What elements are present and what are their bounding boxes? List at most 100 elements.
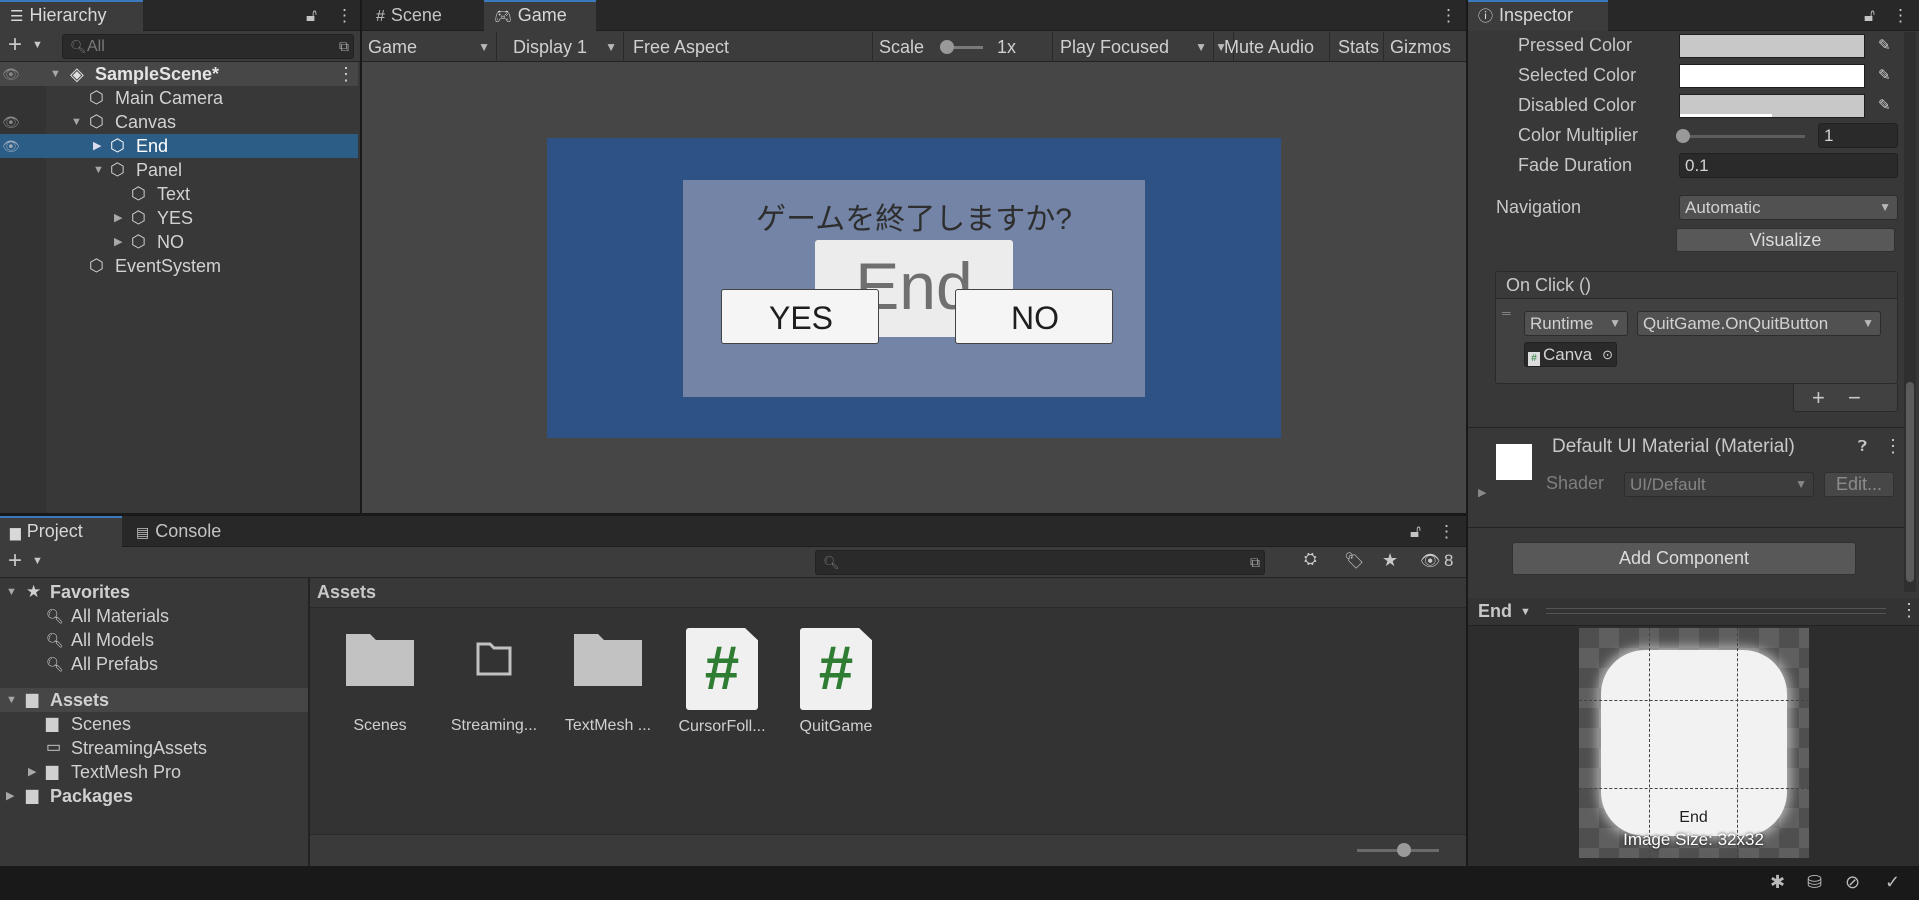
hidden-icon[interactable]: 👁︎ <box>2 134 20 158</box>
status-check-icon[interactable]: ✓ <box>1885 872 1900 893</box>
color-multiplier-input[interactable]: 1 <box>1818 123 1898 148</box>
hierarchy-item-canvas[interactable]: 👁︎ ▼ ⬡ Canvas <box>0 110 358 134</box>
label-icon[interactable]: 🏷︎ <box>1344 551 1364 571</box>
navigation-dropdown[interactable]: Automatic ▼ <box>1679 195 1898 220</box>
slider-thumb[interactable] <box>1676 129 1690 143</box>
tree-item-all-models[interactable]: 🔍︎ All Models <box>0 628 308 652</box>
selected-color-field[interactable] <box>1679 64 1865 88</box>
fade-duration-input[interactable]: 0.1 <box>1679 153 1898 178</box>
eyedropper-icon[interactable]: ✎ <box>1878 36 1891 54</box>
search-options-icon[interactable]: ⧉ <box>339 35 349 58</box>
color-multiplier-slider[interactable] <box>1676 129 1805 143</box>
search-options-icon[interactable]: ⧉ <box>1250 551 1260 574</box>
display-dropdown[interactable]: Display 1 ▼ <box>507 32 624 62</box>
more-menu-icon[interactable]: ⋮ <box>1438 522 1455 542</box>
no-button[interactable]: NO <box>955 289 1113 344</box>
yes-button[interactable]: YES <box>721 289 879 344</box>
disabled-color-field[interactable] <box>1679 94 1865 118</box>
visibility-icon[interactable]: 👁︎ <box>2 110 20 134</box>
eyedropper-icon[interactable]: ✎ <box>1878 66 1891 84</box>
hierarchy-item-main-camera[interactable]: ⬡ Main Camera <box>0 86 358 110</box>
more-menu-icon[interactable]: ⋮ <box>1440 6 1457 26</box>
tree-item-all-prefabs[interactable]: 🔍︎ All Prefabs <box>0 652 308 676</box>
edit-shader-button[interactable]: Edit... <box>1824 472 1894 497</box>
slider-thumb[interactable] <box>1397 843 1411 857</box>
tree-item-all-materials[interactable]: 🔍︎ All Materials <box>0 604 308 628</box>
lock-icon[interactable]: 🔓︎ <box>1410 522 1421 542</box>
drag-handle-icon[interactable]: ═ <box>1502 306 1511 320</box>
visibility-icon[interactable]: 👁︎ <box>2 62 20 86</box>
hierarchy-item-text[interactable]: ⬡ Text <box>0 182 358 206</box>
chevron-down-icon[interactable]: ▼ <box>32 555 43 567</box>
target-object-field[interactable]: # Canva ⊙ <box>1524 342 1617 367</box>
tab-scene[interactable]: # Scene <box>366 0 482 31</box>
hierarchy-item-no[interactable]: ▶ ⬡ NO <box>0 230 358 254</box>
project-search-input[interactable]: 🔍︎ ⧉ <box>815 550 1265 575</box>
tab-project[interactable]: ▆ Project <box>0 516 122 547</box>
hidden-packages-icon[interactable]: 👁︎ <box>1420 551 1440 571</box>
hierarchy-item-yes[interactable]: ▶ ⬡ YES <box>0 206 358 230</box>
remove-event-icon[interactable]: − <box>1848 385 1861 411</box>
pressed-color-field[interactable] <box>1679 34 1865 58</box>
more-menu-icon[interactable]: ⋮ <box>1884 436 1902 457</box>
tab-inspector[interactable]: ⓘ Inspector <box>1468 0 1608 31</box>
foldout-icon[interactable]: ▼ <box>6 688 17 712</box>
tree-item-textmesh-pro[interactable]: ▶ ▆ TextMesh Pro <box>0 760 308 784</box>
add-icon[interactable]: + <box>8 31 22 59</box>
tree-item-scenes[interactable]: ▆ Scenes <box>0 712 308 736</box>
foldout-icon[interactable]: ▶ <box>6 784 14 808</box>
tree-item-packages[interactable]: ▶ ▆ Packages <box>0 784 308 808</box>
gizmos-toggle[interactable]: Gizmos <box>1384 32 1466 62</box>
foldout-icon[interactable]: ▶ <box>28 760 36 784</box>
add-icon[interactable]: + <box>8 547 22 575</box>
asset-scenes[interactable]: Scenes <box>326 628 434 735</box>
favorite-star-icon[interactable]: ★ <box>1382 550 1398 571</box>
tab-hierarchy[interactable]: ☰ Hierarchy <box>0 0 143 31</box>
foldout-icon[interactable]: ▼ <box>6 580 17 604</box>
lock-icon[interactable]: 🔓︎ <box>306 6 317 26</box>
hierarchy-item-panel[interactable]: ▼ ⬡ Panel <box>0 158 358 182</box>
hierarchy-item-eventsystem[interactable]: ⬡ EventSystem <box>0 254 358 278</box>
network-icon[interactable]: ⊘ <box>1845 872 1860 893</box>
chevron-down-icon[interactable]: ▼ <box>32 39 43 51</box>
asset-textmesh-pro[interactable]: TextMesh ... <box>554 628 662 735</box>
runtime-dropdown[interactable]: Runtime ▼ <box>1524 311 1628 336</box>
foldout-icon[interactable]: ▼ <box>93 158 104 182</box>
foldout-icon[interactable]: ▼ <box>71 110 82 134</box>
lock-icon[interactable]: 🔓︎ <box>1864 6 1875 26</box>
inspector-scrollbar[interactable] <box>1904 32 1916 592</box>
tree-item-assets[interactable]: ▼ ▆ Assets <box>0 688 308 712</box>
chevron-down-icon[interactable]: ▼ <box>1520 606 1531 618</box>
hierarchy-search-input[interactable]: 🔍︎ All ⧉ <box>62 34 354 59</box>
hierarchy-scene-row[interactable]: 👁︎ ▼ ◈ SampleScene* ⋮ <box>0 62 358 86</box>
help-icon[interactable]: ❓︎ <box>1858 438 1867 455</box>
function-dropdown[interactable]: QuitGame.OnQuitButton ▼ <box>1637 311 1881 336</box>
filter-type-icon[interactable]: ⛭ <box>1304 551 1317 569</box>
game-view-dropdown[interactable]: Game ▼ <box>362 32 497 62</box>
asset-cursorfollow-script[interactable]: # CursorFoll... <box>668 628 776 736</box>
tree-item-streamingassets[interactable]: ▭ StreamingAssets <box>0 736 308 760</box>
shader-dropdown[interactable]: UI/Default ▼ <box>1624 472 1814 497</box>
foldout-icon[interactable]: ▼ <box>50 62 61 86</box>
more-menu-icon[interactable]: ⋮ <box>336 6 353 26</box>
add-component-button[interactable]: Add Component <box>1512 542 1856 575</box>
more-menu-icon[interactable]: ⋮ <box>1892 6 1909 26</box>
hierarchy-item-end[interactable]: 👁︎ ▶ ⬡ End <box>0 134 358 158</box>
preview-title[interactable]: End <box>1478 601 1512 622</box>
eyedropper-icon[interactable]: ✎ <box>1878 96 1891 114</box>
visualize-button[interactable]: Visualize <box>1676 228 1895 252</box>
more-menu-icon[interactable]: ⋮ <box>1900 600 1918 621</box>
drag-bar[interactable] <box>1546 608 1886 614</box>
scrollbar-thumb[interactable] <box>1906 382 1914 582</box>
mute-audio-toggle[interactable]: Mute Audio <box>1218 32 1330 62</box>
tab-console[interactable]: ▤ Console <box>126 516 256 547</box>
tab-game[interactable]: 🎮︎ Game <box>484 0 596 31</box>
tree-item-favorites[interactable]: ▼ ★ Favorites <box>0 580 308 604</box>
object-picker-icon[interactable]: ⊙ <box>1602 343 1613 366</box>
scale-slider-thumb[interactable] <box>940 40 954 54</box>
game-canvas[interactable]: ゲームを終了しますか? End YES NO <box>362 62 1466 513</box>
scale-slider[interactable]: Scale 1x <box>872 32 1053 62</box>
foldout-icon[interactable]: ▶ <box>1478 486 1486 499</box>
play-focused-dropdown[interactable]: Play Focused ▼ <box>1054 32 1214 62</box>
cache-icon[interactable]: ⛁ <box>1807 872 1822 893</box>
